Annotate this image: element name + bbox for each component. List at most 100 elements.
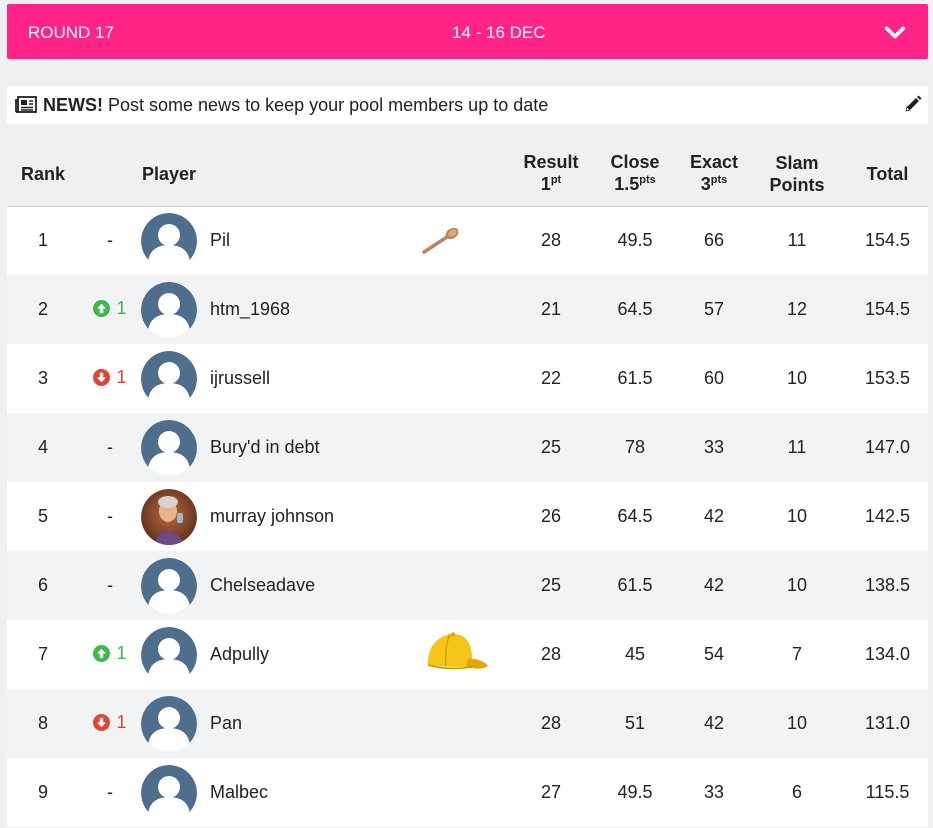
player-cell[interactable]: htm_1968 [141, 275, 411, 344]
rank-movement: 1 [93, 298, 127, 319]
player-cell[interactable]: ijrussell [141, 344, 411, 413]
rank-cell: 1 [7, 206, 79, 275]
player-name[interactable]: Adpully [210, 644, 269, 665]
round-label: ROUND 17 [28, 23, 114, 42]
rank-movement: 1 [93, 643, 127, 664]
movement-cell: 1 [79, 275, 141, 344]
total-value: 138.5 [864, 575, 911, 595]
col-close[interactable]: Close 1.5pts [589, 143, 681, 207]
player-cell[interactable]: Malbec [141, 758, 411, 827]
col-movement [79, 143, 141, 207]
close-cell: 78 [589, 413, 681, 482]
table-row[interactable]: 1 - Pil 28 49.5 66 11 154.5 [7, 206, 928, 275]
total-value: 115.5 [865, 782, 910, 802]
avatar[interactable] [141, 557, 197, 614]
table-row[interactable]: 9 - Malbec 27 49.5 33 6 115.5 [7, 758, 928, 827]
close-cell: 51 [589, 689, 681, 758]
player-name[interactable]: Bury'd in debt [210, 437, 320, 458]
col-slam-points[interactable]: Slam Points [747, 143, 847, 207]
col-rank[interactable]: Rank [7, 143, 79, 207]
result-cell: 26 [513, 482, 589, 551]
avatar[interactable] [141, 350, 197, 407]
table-row[interactable]: 8 1 Pan 28 51 42 10 131.0 [7, 689, 928, 758]
pencil-icon[interactable] [904, 95, 922, 113]
table-row[interactable]: 2 1 htm_1968 21 64.5 57 12 154.5 [7, 275, 928, 344]
player-cell[interactable]: Chelseadave [141, 551, 411, 620]
avatar[interactable] [141, 419, 197, 476]
slam-cell: 10 [747, 344, 847, 413]
slam-value: 12 [786, 299, 808, 319]
player-name[interactable]: Pil [210, 230, 230, 251]
table-row[interactable]: 7 1 Adpully 28 45 54 7 134.0 [7, 620, 928, 689]
rank-value: 6 [37, 575, 48, 595]
total-cell: 153.5 [847, 344, 928, 413]
default-avatar-icon [141, 419, 197, 476]
player-name[interactable]: ijrussell [210, 368, 270, 389]
exact-cell: 42 [681, 551, 747, 620]
col-total[interactable]: Total [847, 143, 928, 207]
table-row[interactable]: 3 1 ijrussell 22 61.5 60 10 153.5 [7, 344, 928, 413]
player-cell[interactable]: murray johnson [141, 482, 411, 551]
result-value: 26 [540, 506, 562, 526]
badge-cell [411, 482, 513, 551]
slam-cell: 6 [747, 758, 847, 827]
player-cell[interactable]: Bury'd in debt [141, 413, 411, 482]
player-name[interactable]: Chelseadave [210, 575, 315, 596]
movement-value: - [107, 782, 113, 802]
player-cell[interactable]: Pan [141, 689, 411, 758]
round-header[interactable]: ROUND 17 14 - 16 DEC [7, 4, 928, 59]
arrow-up-icon [93, 644, 111, 662]
movement-value: - [107, 575, 113, 595]
total-cell: 134.0 [847, 620, 928, 689]
avatar[interactable] [141, 626, 197, 683]
badge-cell [411, 551, 513, 620]
table-row[interactable]: 5 - murray johnson 26 64.5 42 10 142.5 [7, 482, 928, 551]
avatar[interactable] [141, 488, 197, 545]
player-name[interactable]: htm_1968 [210, 299, 290, 320]
slam-cell: 10 [747, 482, 847, 551]
exact-cell: 57 [681, 275, 747, 344]
player-name[interactable]: Pan [210, 713, 242, 734]
movement-value: 1 [116, 711, 127, 732]
news-bar[interactable]: NEWS! Post some news to keep your pool m… [7, 86, 928, 124]
close-value: 49.5 [617, 782, 653, 802]
slam-value: 11 [787, 437, 807, 457]
slam-cell: 10 [747, 689, 847, 758]
rank-cell: 6 [7, 551, 79, 620]
exact-value: 57 [703, 299, 725, 319]
total-value: 131.0 [864, 713, 911, 733]
avatar[interactable] [141, 695, 197, 752]
table-row[interactable]: 4 - Bury'd in debt 25 78 33 11 147.0 [7, 413, 928, 482]
avatar[interactable] [141, 212, 197, 269]
player-cell[interactable]: Adpully [141, 620, 411, 689]
badge-cell [411, 206, 513, 275]
avatar[interactable] [141, 764, 197, 821]
player-name[interactable]: Malbec [210, 782, 268, 803]
total-value: 142.5 [864, 506, 911, 526]
chevron-down-icon[interactable] [884, 21, 906, 43]
rank-cell: 3 [7, 344, 79, 413]
movement-value: 1 [116, 366, 127, 387]
close-value: 64.5 [617, 299, 653, 319]
result-cell: 25 [513, 413, 589, 482]
col-player[interactable]: Player [141, 143, 411, 207]
player-cell[interactable]: Pil [141, 206, 411, 275]
total-cell: 154.5 [847, 275, 928, 344]
avatar[interactable] [141, 281, 197, 338]
slam-value: 10 [786, 368, 808, 388]
table-row[interactable]: 6 - Chelseadave 25 61.5 42 10 138.5 [7, 551, 928, 620]
default-avatar-icon [141, 695, 197, 752]
player-name[interactable]: murray johnson [210, 506, 334, 527]
col-result[interactable]: Result 1pt [513, 143, 589, 207]
news-label: NEWS! [43, 95, 103, 115]
wooden-spoon-icon [422, 228, 459, 254]
col-exact[interactable]: Exact 3pts [681, 143, 747, 207]
slam-value: 10 [786, 506, 808, 526]
movement-cell: - [79, 758, 141, 827]
yellow-cap-icon [427, 632, 488, 670]
close-cell: 64.5 [589, 275, 681, 344]
news-body: Post some news to keep your pool members… [108, 95, 549, 115]
movement-cell: - [79, 551, 141, 620]
rank-cell: 4 [7, 413, 79, 482]
slam-value: 6 [791, 782, 802, 802]
